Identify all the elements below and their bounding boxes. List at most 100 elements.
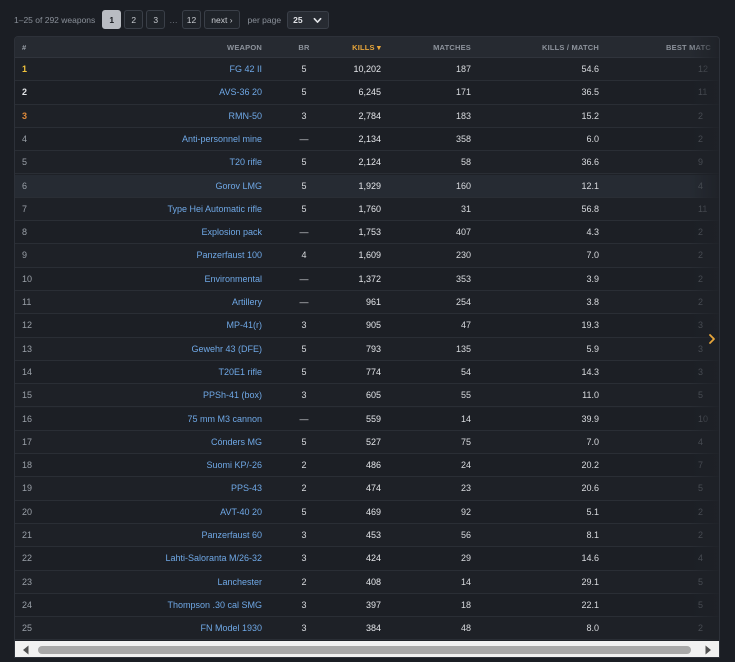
table-row[interactable]: 12 MP-41(r) 3 905 47 19.3 3: [15, 314, 719, 338]
triangle-left-icon[interactable]: [21, 645, 31, 655]
cell-weapon-link[interactable]: Panzerfaust 100: [196, 250, 262, 260]
cell-kills-per-match: 15.2: [581, 110, 599, 121]
cell-kills: 1,609: [358, 250, 381, 261]
per-page-label: per page: [247, 14, 282, 25]
cell-weapon-link[interactable]: T20 rifle: [229, 157, 262, 167]
cell-matches: 160: [455, 180, 471, 191]
column-header-best-match[interactable]: BEST MATC: [666, 43, 711, 52]
cell-best-match: 4: [698, 436, 704, 447]
cell-kills-per-match: 8.1: [586, 530, 599, 540]
cell-rank: 3: [22, 110, 28, 121]
column-header-matches[interactable]: MATCHES: [433, 43, 471, 52]
cell-br: 3: [301, 553, 307, 564]
table-row[interactable]: 5 T20 rifle 5 2,124 58 36.6 9: [15, 151, 719, 175]
cell-rank: 8: [22, 227, 28, 238]
table-row[interactable]: 14 T20E1 rifle 5 774 54 14.3 3: [15, 360, 719, 385]
table-row[interactable]: 3 RMN-50 3 2,784 183 15.2 2: [15, 105, 719, 128]
cell-kills-per-match: 36.5: [581, 87, 599, 98]
table-row[interactable]: 9 Panzerfaust 100 4 1,609 230 7.0 2: [15, 244, 719, 268]
cell-weapon-link[interactable]: T20E1 rifle: [218, 367, 262, 377]
table-row[interactable]: 24 Thompson .30 cal SMG 3 397 18 22.1 5: [15, 593, 719, 618]
page-button-2[interactable]: 2: [124, 10, 144, 29]
table-row[interactable]: 19 PPS-43 2 474 23 20.6 5: [15, 477, 719, 501]
table-row[interactable]: 11 Artillery — 961 254 3.8 2: [15, 291, 719, 315]
cell-matches: 135: [455, 343, 471, 354]
cell-kills: 1,372: [358, 273, 381, 284]
table-row[interactable]: 20 AVT-40 20 5 469 92 5.1 2: [15, 500, 719, 524]
table-row[interactable]: 25 FN Model 1930 3 384 48 8.0 2: [15, 617, 719, 641]
cell-best-match: 2: [698, 297, 704, 307]
cell-weapon-link[interactable]: Explosion pack: [201, 227, 262, 237]
cell-rank: 12: [22, 320, 33, 331]
cell-best-match: 10: [698, 413, 709, 424]
cell-weapon-link[interactable]: PPSh-41 (box): [203, 390, 262, 400]
per-page-select[interactable]: 25: [287, 10, 330, 29]
table-row[interactable]: 17 Cónders MG 5 527 75 7.0 4: [15, 431, 719, 455]
cell-weapon-link[interactable]: Suomi KP/-26: [206, 460, 262, 470]
cell-weapon-link[interactable]: AVS-36 20: [219, 87, 262, 97]
table-header: # WEAPON BR KILLS ▾ MATCHES KILLS / MATC…: [15, 37, 719, 58]
scrollbar-thumb[interactable]: [38, 646, 691, 654]
cell-weapon-link[interactable]: Gewehr 43 (DFE): [191, 344, 262, 354]
page-button-3[interactable]: 3: [146, 10, 166, 29]
column-header-kills-per-match[interactable]: KILLS / MATCH: [542, 43, 599, 52]
table-row[interactable]: 23 Lanchester 2 408 14 29.1 5: [15, 571, 719, 594]
cell-kills: 384: [365, 623, 381, 634]
table-row[interactable]: 10 Environmental — 1,372 353 3.9 2: [15, 267, 719, 291]
cell-weapon-link[interactable]: Environmental: [204, 274, 262, 284]
cell-weapon-link[interactable]: PPS-43: [231, 483, 262, 493]
weapons-table: # WEAPON BR KILLS ▾ MATCHES KILLS / MATC…: [14, 36, 720, 658]
cell-weapon-link[interactable]: Gorov LMG: [215, 181, 262, 191]
chevron-right-icon[interactable]: [707, 333, 717, 345]
cell-br: 5: [301, 180, 307, 191]
cell-weapon-link[interactable]: Artillery: [232, 297, 262, 307]
cell-weapon-link[interactable]: Thompson .30 cal SMG: [167, 600, 262, 610]
cell-weapon-link[interactable]: Type Hei Automatic rifle: [167, 204, 262, 214]
cell-weapon-link[interactable]: AVT-40 20: [220, 507, 262, 517]
page-button-last[interactable]: 12: [181, 10, 202, 29]
cell-kills-per-match: 3.8: [586, 297, 599, 307]
cell-kills-per-match: 3.9: [586, 273, 599, 284]
cell-kills: 408: [365, 576, 381, 587]
cell-weapon-link[interactable]: FN Model 1930: [200, 623, 262, 633]
table-row[interactable]: 13 Gewehr 43 (DFE) 5 793 135 5.9 3: [15, 338, 719, 361]
cell-weapon-link[interactable]: Panzerfaust 60: [201, 530, 262, 540]
cell-best-match: 5: [698, 483, 704, 494]
cell-kills: 453: [365, 530, 381, 540]
column-header-weapon[interactable]: WEAPON: [227, 43, 262, 52]
table-row[interactable]: 4 Anti-personnel mine — 2,134 358 6.0 2: [15, 127, 719, 152]
cell-rank: 13: [22, 343, 33, 354]
cell-rank: 5: [22, 157, 28, 168]
table-row[interactable]: 22 Lahti-Saloranta M/26-32 3 424 29 14.6 4: [15, 547, 719, 571]
cell-weapon-link[interactable]: RMN-50: [228, 111, 262, 121]
cell-weapon-link[interactable]: FG 42 II: [229, 64, 262, 74]
table-row[interactable]: 6 Gorov LMG 5 1,929 160 12.1 4: [15, 174, 719, 198]
column-header-br[interactable]: BR: [296, 43, 312, 52]
cell-matches: 358: [455, 133, 471, 144]
cell-weapon-link[interactable]: Lanchester: [217, 577, 262, 587]
triangle-right-icon[interactable]: [703, 645, 713, 655]
horizontal-scrollbar[interactable]: [15, 641, 719, 657]
cell-weapon-link[interactable]: Cónders MG: [211, 437, 262, 447]
cell-weapon-link[interactable]: 75 mm M3 cannon: [187, 414, 262, 424]
cell-weapon-link[interactable]: MP-41(r): [227, 320, 263, 330]
cell-br: 2: [301, 460, 307, 471]
table-row[interactable]: 15 PPSh-41 (box) 3 605 55 11.0 5: [15, 384, 719, 408]
table-row[interactable]: 2 AVS-36 20 5 6,245 171 36.5 11: [15, 81, 719, 105]
table-row[interactable]: 8 Explosion pack — 1,753 407 4.3 2: [15, 221, 719, 245]
page-button-1[interactable]: 1: [102, 10, 122, 29]
cell-weapon-link[interactable]: Anti-personnel mine: [182, 134, 262, 144]
cell-weapon-link[interactable]: Lahti-Saloranta M/26-32: [165, 553, 262, 563]
cell-br: 5: [301, 87, 307, 98]
cell-br: 2: [301, 576, 307, 587]
next-page-button[interactable]: next ›: [204, 10, 240, 29]
table-row[interactable]: 7 Type Hei Automatic rifle 5 1,760 31 56.8 11: [15, 198, 719, 222]
table-row[interactable]: 16 75 mm M3 cannon — 559 14 39.9 10: [15, 407, 719, 431]
table-row[interactable]: 21 Panzerfaust 60 3 453 56 8.1 2: [15, 524, 719, 548]
cell-kills: 961: [365, 297, 381, 307]
table-row[interactable]: 1 FG 42 II 5 10,202 187 54.6 12: [15, 58, 719, 82]
cell-br: 3: [301, 320, 307, 331]
table-row[interactable]: 18 Suomi KP/-26 2 486 24 20.2 7: [15, 454, 719, 478]
cell-kills: 905: [365, 320, 381, 331]
column-header-kills[interactable]: KILLS ▾: [352, 43, 381, 52]
